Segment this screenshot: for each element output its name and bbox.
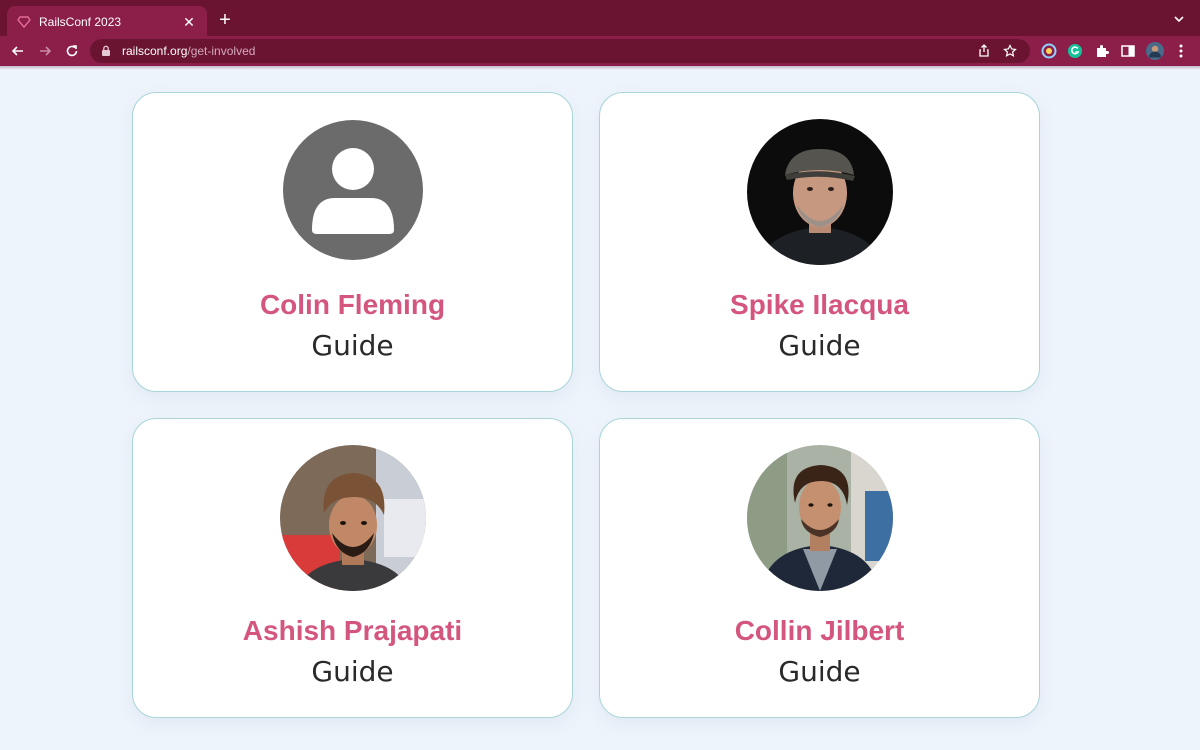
back-button[interactable]	[8, 41, 28, 61]
arrow-left-icon	[11, 46, 23, 56]
person-name: Collin Jilbert	[734, 615, 905, 646]
new-tab-button[interactable]: +	[214, 9, 236, 31]
tab-title: RailsConf 2023	[39, 15, 122, 29]
default-user-icon	[282, 120, 423, 260]
person-name: Ashish Prajapati	[242, 615, 463, 646]
extensions-puzzle-icon[interactable]	[1092, 41, 1112, 61]
browser-toolbar: railsconf.org/get-involved	[0, 36, 1200, 66]
arrow-right-icon	[40, 46, 52, 56]
forward-button[interactable]	[35, 41, 55, 61]
person-role: Guide	[778, 329, 861, 362]
person-name: Spike Ilacqua	[730, 289, 909, 320]
url-host: railsconf.org	[122, 44, 188, 58]
person-card: Spike Ilacqua Guide	[599, 92, 1040, 392]
person-photo	[279, 445, 426, 591]
browser-menu-icon[interactable]	[1171, 41, 1191, 61]
person-role: Guide	[778, 655, 861, 688]
browser-tab[interactable]: RailsConf 2023 ✕	[7, 6, 207, 38]
url-text[interactable]: railsconf.org/get-involved	[122, 44, 968, 58]
person-card: Colin Fleming Guide	[132, 92, 573, 392]
color-extension-icon[interactable]	[1039, 41, 1059, 61]
grammarly-icon[interactable]	[1065, 41, 1085, 61]
url-path: /get-involved	[187, 44, 256, 58]
person-card: Ashish Prajapati Guide	[132, 418, 573, 718]
person-role: Guide	[311, 329, 394, 362]
toolbar-shadow	[0, 66, 1200, 70]
bookmark-star-icon[interactable]	[1000, 41, 1020, 61]
tab-close-icon[interactable]: ✕	[181, 14, 197, 31]
person-photo	[746, 119, 893, 265]
lock-icon[interactable]	[100, 45, 112, 57]
address-bar[interactable]: railsconf.org/get-involved	[90, 39, 1030, 63]
person-card: Collin Jilbert Guide	[599, 418, 1040, 718]
person-photo	[746, 445, 893, 591]
ruby-favicon-icon	[17, 15, 31, 29]
reload-button[interactable]	[62, 41, 82, 61]
profile-avatar-icon[interactable]	[1145, 41, 1165, 61]
person-role: Guide	[311, 655, 394, 688]
person-name: Colin Fleming	[259, 289, 446, 320]
reload-icon	[66, 45, 78, 57]
tab-strip: RailsConf 2023 ✕ +	[0, 0, 1200, 38]
side-panel-icon[interactable]	[1118, 41, 1138, 61]
share-icon[interactable]	[974, 41, 994, 61]
tab-search-chevron-icon[interactable]	[1172, 12, 1186, 26]
